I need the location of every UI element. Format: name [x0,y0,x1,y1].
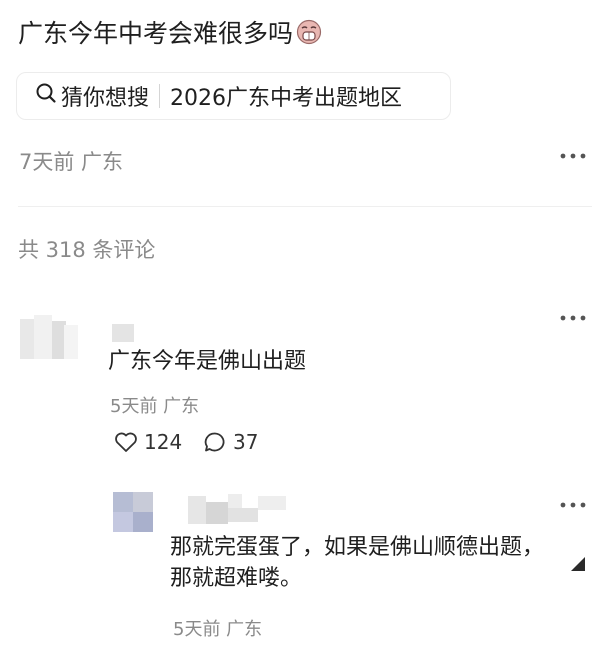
comment-bubble-icon [203,431,227,453]
comment-time-location: 5天前 广东 [110,396,200,417]
reply-button[interactable]: 37 [203,430,258,454]
post-title-row: 广东今年中考会难很多吗 [18,14,322,50]
search-separator [159,84,161,108]
comment-text: 广东今年是佛山出题 [108,349,307,374]
heart-icon [114,431,138,453]
reply-time-location: 5天前 广东 [173,619,263,640]
reply-count: 37 [233,430,259,454]
comment-more-icon[interactable] [558,308,588,332]
search-prefix: 猜你想搜 [61,86,150,111]
post-title: 广东今年中考会难很多吗 [18,19,294,48]
comment-count: 共 318 条评论 [18,238,156,262]
guess-search-pill[interactable]: 猜你想搜 2026广东中考出题地区 [16,72,451,120]
post-more-icon[interactable] [558,146,588,170]
section-divider [18,206,592,207]
search-icon [35,82,57,110]
reply-text-line2: 那就超难喽。 [170,566,303,591]
username[interactable] [112,324,134,342]
reply-text: 那就完蛋蛋了，如果是佛山顺德出题， 那就超难喽。 [170,532,544,594]
like-button[interactable]: 124 [114,430,182,454]
corner-mark-icon [569,551,587,573]
search-query: 2026广东中考出题地区 [170,86,403,111]
reply-more-icon[interactable] [558,495,588,519]
reply-avatar[interactable] [113,492,153,532]
reply-text-line1: 那就完蛋蛋了，如果是佛山顺德出题， [170,535,545,560]
avatar[interactable] [20,315,78,363]
weary-face-emoji-icon [296,19,322,45]
post-time-location: 7天前 广东 [19,150,124,174]
like-count: 124 [144,430,183,454]
reply-username[interactable] [188,492,286,526]
